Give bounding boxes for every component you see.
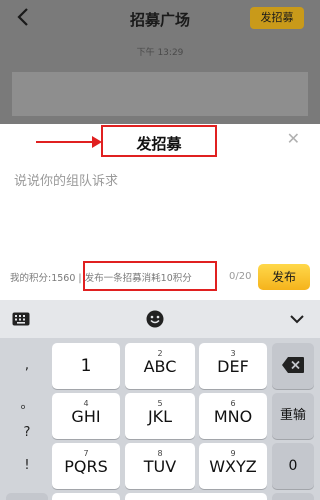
key-0-label: 0 xyxy=(288,458,298,474)
key-7-letters: PQRS xyxy=(64,457,108,476)
key-9-letters: WXYZ xyxy=(209,457,257,476)
key-6-letters: MNO xyxy=(213,407,253,426)
annotation-cost-box xyxy=(83,261,217,291)
reenter-label: 重输 xyxy=(279,408,306,423)
key-9[interactable]: 9 WXYZ xyxy=(199,443,267,489)
key-2-letters: ABC xyxy=(143,357,177,376)
punct-exclaim[interactable]: ! xyxy=(6,458,48,473)
separator: | xyxy=(78,273,82,284)
reenter-button[interactable]: 重输 xyxy=(272,393,314,439)
key-enter[interactable] xyxy=(272,493,314,500)
key-2[interactable]: 2 ABC xyxy=(125,343,195,389)
key-1[interactable]: 1 xyxy=(52,343,120,389)
punct-comma[interactable]: , xyxy=(6,358,48,373)
sheet-title: 发招募 xyxy=(136,135,182,153)
keyboard-icon[interactable] xyxy=(12,312,30,326)
char-counter: 0/20 xyxy=(229,271,252,282)
key-6[interactable]: 6 MNO xyxy=(199,393,267,439)
recruit-text-input[interactable] xyxy=(14,170,304,250)
key-chinese-english[interactable] xyxy=(52,493,120,500)
key-8[interactable]: 8 TUV xyxy=(125,443,195,489)
close-icon[interactable]: ✕ xyxy=(287,131,300,147)
key-4-letters: GHI xyxy=(71,407,101,426)
message-card xyxy=(12,72,308,116)
key-5-letters: JKL xyxy=(147,407,173,426)
key-3-letters: DEF xyxy=(217,357,249,376)
submit-button[interactable]: 发布 xyxy=(258,264,310,290)
emoji-icon[interactable] xyxy=(146,310,164,328)
space-key[interactable] xyxy=(125,493,267,500)
nav-bar: 招募广场 发招募 xyxy=(0,0,320,36)
key-1-label: 1 xyxy=(80,356,92,376)
punct-period[interactable]: 。 xyxy=(6,393,48,412)
timestamp: 下午 13:29 xyxy=(136,48,184,58)
points-label: 我的积分:1560 xyxy=(10,273,76,284)
punct-question[interactable]: ? xyxy=(6,425,48,440)
key-8-letters: TUV xyxy=(143,457,177,476)
key-5[interactable]: 5 JKL xyxy=(125,393,195,439)
delete-button[interactable] xyxy=(272,343,314,389)
key-symbols[interactable] xyxy=(6,493,48,500)
annotation-arrow xyxy=(36,141,98,143)
key-7[interactable]: 7 PQRS xyxy=(52,443,120,489)
key-0[interactable]: 0 xyxy=(272,443,314,489)
backspace-icon xyxy=(282,357,304,373)
key-3[interactable]: 3 DEF xyxy=(199,343,267,389)
key-4[interactable]: 4 GHI xyxy=(52,393,120,439)
publish-recruit-button[interactable]: 发招募 xyxy=(250,7,304,29)
chevron-down-icon[interactable] xyxy=(288,312,306,326)
